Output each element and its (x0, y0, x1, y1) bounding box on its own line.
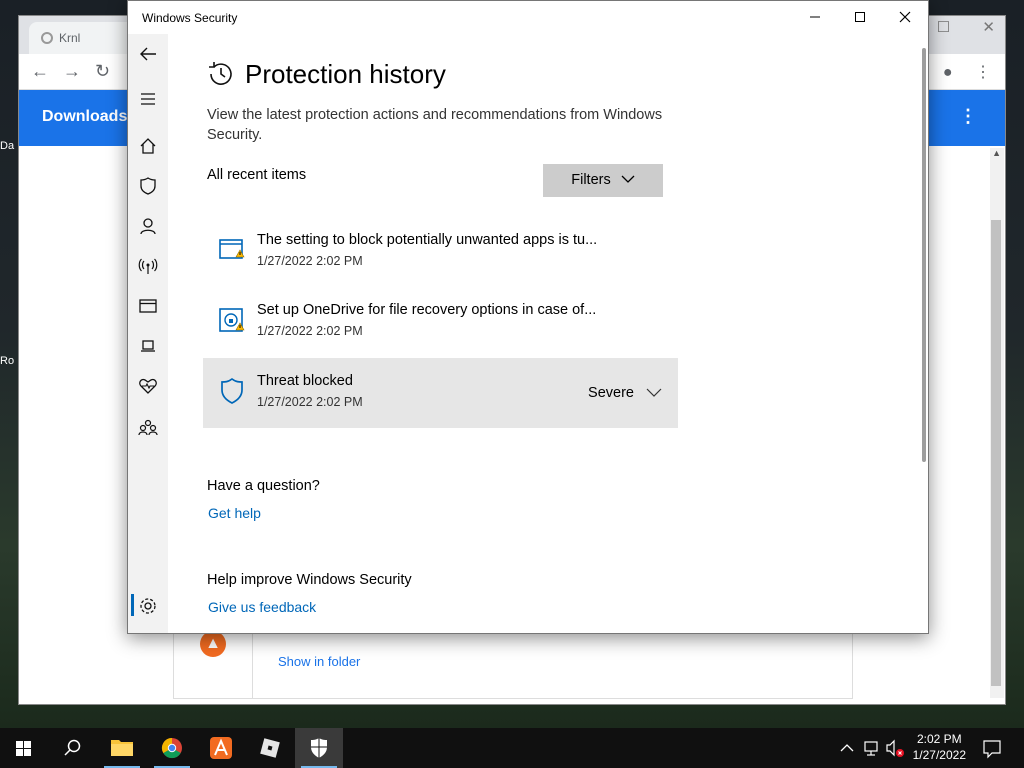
network-antenna-icon[interactable] (138, 256, 158, 276)
chrome-icon (161, 737, 182, 759)
desktop-icon-label[interactable]: Da (0, 140, 14, 152)
page-scrollbar[interactable]: ▲ (990, 148, 1004, 698)
clock-date: 1/27/2022 (912, 748, 966, 762)
laptop-icon[interactable] (138, 336, 158, 356)
windows-logo-icon (16, 741, 31, 756)
close-icon[interactable]: ✕ (982, 18, 995, 36)
history-item-title: Set up OneDrive for file recovery option… (257, 302, 597, 318)
ransomware-warning-icon (217, 305, 247, 335)
downloads-title: Downloads (42, 108, 128, 125)
action-center-button[interactable] (980, 728, 1004, 768)
recent-items-label: All recent items (207, 167, 307, 183)
scroll-thumb[interactable] (991, 220, 1001, 686)
windows-security-taskbar-button[interactable] (295, 728, 343, 768)
chevron-up-icon[interactable] (838, 728, 856, 768)
selected-indicator (131, 594, 134, 616)
avast-button[interactable] (197, 728, 245, 768)
search-button[interactable] (48, 728, 96, 768)
system-clock[interactable]: 2:02 PM 1/27/2022 (913, 731, 966, 763)
clock-time: 2:02 PM (916, 732, 962, 746)
chrome-button[interactable] (148, 728, 196, 768)
more-options-icon[interactable]: ⋮ (959, 106, 977, 127)
history-item-date: 1/27/2022 2:02 PM (257, 324, 363, 338)
folder-icon (111, 740, 133, 756)
history-item[interactable]: The setting to block potentially unwante… (203, 217, 678, 287)
page-description: View the latest protection actions and r… (207, 107, 663, 143)
windows-security-window: Windows Security Protection history View… (127, 0, 929, 634)
taskbar: 2:02 PM 1/27/2022 (0, 728, 1024, 768)
browser-tab-title: Krnl (59, 31, 81, 45)
title-bar[interactable]: Windows Security (128, 1, 928, 34)
history-item-date: 1/27/2022 2:02 PM (257, 395, 363, 409)
volume-muted-icon[interactable] (884, 728, 906, 768)
close-icon (899, 11, 911, 23)
navigation-sidebar (128, 34, 168, 633)
back-arrow-icon[interactable] (138, 44, 158, 64)
shield-icon (217, 376, 247, 406)
history-item-title: The setting to block potentially unwante… (257, 232, 598, 248)
menu-kebab-icon[interactable]: ⋮ (975, 62, 991, 82)
app-browser-icon[interactable] (138, 296, 158, 316)
get-help-link[interactable]: Get help (208, 505, 261, 521)
chevron-down-icon[interactable] (646, 384, 662, 400)
close-button[interactable] (882, 5, 928, 31)
page-title: Protection history (245, 59, 446, 89)
shield-icon[interactable] (138, 176, 158, 196)
back-arrow-icon[interactable]: ← (31, 61, 49, 82)
roblox-button[interactable] (246, 728, 294, 768)
notification-icon (983, 740, 1001, 759)
filters-label: Filters (571, 172, 611, 188)
settings-gear-icon[interactable] (138, 596, 158, 616)
loading-icon (41, 32, 53, 44)
history-clock-icon (206, 59, 236, 89)
shield-icon (311, 738, 327, 758)
minimize-button[interactable] (792, 5, 838, 31)
home-icon[interactable] (138, 136, 158, 156)
question-heading: Have a question? (207, 478, 320, 494)
roblox-icon (260, 738, 280, 758)
app-browser-warning-icon (217, 235, 247, 265)
heart-pulse-icon[interactable] (138, 376, 158, 396)
search-icon (64, 739, 81, 756)
person-icon[interactable] (138, 216, 158, 236)
scroll-up-arrow-icon[interactable]: ▲ (992, 148, 1001, 158)
content-scrollbar[interactable] (922, 48, 926, 462)
window-title: Windows Security (142, 11, 238, 25)
history-item-selected[interactable]: Threat blocked 1/27/2022 2:02 PM Severe (203, 358, 678, 428)
chevron-down-icon (621, 175, 635, 183)
severity-label: Severe (588, 385, 634, 401)
family-icon[interactable] (138, 418, 158, 438)
improve-heading: Help improve Windows Security (207, 572, 412, 588)
history-item-date: 1/27/2022 2:02 PM (257, 254, 363, 268)
browser-toolbar-right: ● ⋮ (925, 62, 991, 82)
minimize-icon (810, 16, 820, 18)
file-explorer-button[interactable] (98, 728, 146, 768)
avast-icon (210, 737, 232, 759)
filters-button[interactable]: Filters (543, 164, 663, 197)
network-icon[interactable] (862, 728, 882, 768)
maximize-icon[interactable]: ☐ (937, 18, 950, 36)
give-feedback-link[interactable]: Give us feedback (208, 599, 316, 615)
hamburger-menu-icon[interactable] (138, 89, 158, 109)
history-item[interactable]: Set up OneDrive for file recovery option… (203, 287, 678, 357)
maximize-button[interactable] (837, 5, 883, 31)
file-type-icon: ▲ (200, 631, 226, 657)
desktop-icon-label[interactable]: Ro (0, 355, 14, 367)
forward-arrow-icon[interactable]: → (63, 61, 81, 82)
reload-icon[interactable]: ↻ (95, 61, 110, 82)
history-item-title: Threat blocked (257, 373, 353, 389)
start-button[interactable] (0, 728, 48, 768)
profile-icon[interactable]: ● (943, 64, 953, 82)
show-in-folder-link[interactable]: Show in folder (278, 654, 360, 669)
maximize-icon (855, 12, 865, 22)
